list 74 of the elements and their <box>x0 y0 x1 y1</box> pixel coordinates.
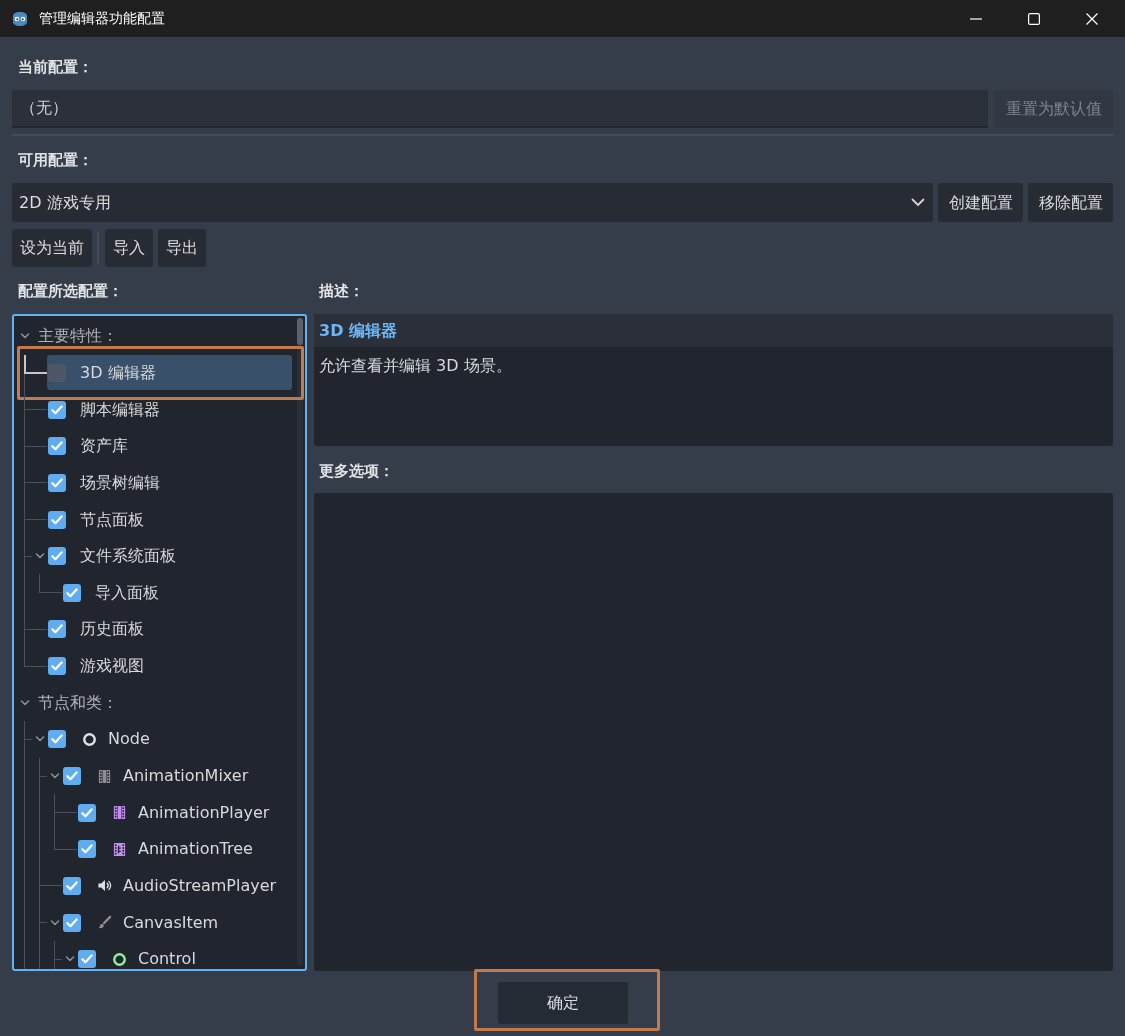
tree-item[interactable]: 脚本编辑器 <box>47 392 292 428</box>
checkbox[interactable] <box>48 657 66 676</box>
window-title: 管理编辑器功能配置 <box>39 9 165 28</box>
checkbox[interactable] <box>48 620 66 639</box>
tree-item[interactable]: AnimationPlayer <box>77 795 292 831</box>
checkbox[interactable] <box>48 510 66 529</box>
scrollbar-track[interactable] <box>297 318 303 966</box>
scrollbar-thumb[interactable] <box>297 318 303 345</box>
profile-action-button[interactable]: 导入 <box>105 229 153 267</box>
checkbox[interactable] <box>78 950 96 969</box>
checkbox[interactable] <box>48 730 66 749</box>
tree-item[interactable]: 导入面板 <box>62 575 292 611</box>
tree-item[interactable]: 3D 编辑器 <box>47 355 292 391</box>
check-icon <box>81 807 93 818</box>
check-icon <box>66 917 78 928</box>
checkbox[interactable] <box>63 913 81 932</box>
current-profile-field[interactable]: （无） <box>12 90 988 128</box>
tree-item[interactable]: AnimationTree <box>77 831 292 867</box>
tree-item[interactable]: 游戏视图 <box>47 648 292 684</box>
tree-item[interactable]: AnimationMixer <box>62 758 292 794</box>
chevron-down-icon <box>911 198 925 207</box>
checkbox[interactable] <box>48 547 66 566</box>
check-icon <box>51 514 63 525</box>
profile-button[interactable]: 移除配置 <box>1028 183 1113 222</box>
checkbox[interactable] <box>78 803 96 822</box>
description-text: 允许查看并编辑 3D 场景。 <box>319 356 512 375</box>
checkbox[interactable] <box>48 400 66 419</box>
tree-item[interactable]: 资产库 <box>47 428 292 464</box>
more-options-label: 更多选项： <box>319 462 394 480</box>
check-icon <box>81 954 93 965</box>
check-icon <box>51 734 63 745</box>
check-icon <box>51 404 63 415</box>
tree-item[interactable]: 节点面板 <box>47 502 292 537</box>
checkbox[interactable] <box>63 876 81 895</box>
description-label: 描述： <box>319 282 364 300</box>
chevron-down-icon[interactable] <box>49 917 60 928</box>
chevron-down-icon[interactable] <box>49 771 60 781</box>
tree-section[interactable]: 主要特性： <box>32 318 292 354</box>
tree-item[interactable]: 历史面板 <box>47 611 292 647</box>
checkbox[interactable] <box>63 583 81 602</box>
checkbox[interactable] <box>48 437 66 456</box>
check-icon <box>51 441 63 452</box>
tree-item[interactable]: AudioStreamPlayer <box>62 868 292 904</box>
ok-button[interactable]: 确定 <box>497 982 628 1024</box>
tree-section[interactable]: 节点和类： <box>32 685 292 721</box>
feature-tree[interactable]: 主要特性： 3D 编辑器 脚本编辑器 资产库 场景树编辑 节点面板 文件系统面板 导入面板 历史面板 游戏视图 节点和类： Node AnimationMixer AnimationPlayer AnimationTree AudioStreamPlayer CanvasItem Control <box>12 314 307 971</box>
check-icon <box>51 661 63 672</box>
checkbox[interactable] <box>78 840 96 859</box>
description-title: 3D 编辑器 <box>319 319 397 342</box>
profile-action-button[interactable]: 导出 <box>158 229 206 267</box>
check-icon <box>66 880 78 891</box>
check-icon <box>51 551 63 562</box>
tree-item[interactable]: Control <box>77 941 292 969</box>
available-profiles-label: 可用配置： <box>18 151 93 169</box>
maximize-icon <box>1028 12 1040 25</box>
profile-dropdown[interactable]: 2D 游戏专用 <box>12 183 933 222</box>
close-icon <box>1086 12 1098 25</box>
profile-action-button[interactable]: 设为当前 <box>12 229 92 267</box>
check-icon <box>66 771 78 781</box>
chevron-down-icon[interactable] <box>19 697 30 708</box>
tree-item[interactable]: 文件系统面板 <box>47 538 292 574</box>
profile-button[interactable]: 创建配置 <box>938 183 1023 222</box>
check-icon <box>66 587 78 598</box>
tree-item[interactable]: CanvasItem <box>62 905 292 941</box>
current-profile-label: 当前配置： <box>18 58 93 76</box>
check-icon <box>51 624 63 635</box>
features-label: 配置所选配置： <box>18 282 123 300</box>
checkbox[interactable] <box>63 767 81 785</box>
checkbox[interactable] <box>48 473 66 492</box>
tree-item[interactable]: 场景树编辑 <box>47 465 292 501</box>
check-icon <box>81 844 93 855</box>
tree-item[interactable]: Node <box>47 721 292 757</box>
check-icon <box>51 477 63 488</box>
checkbox[interactable] <box>48 363 66 382</box>
